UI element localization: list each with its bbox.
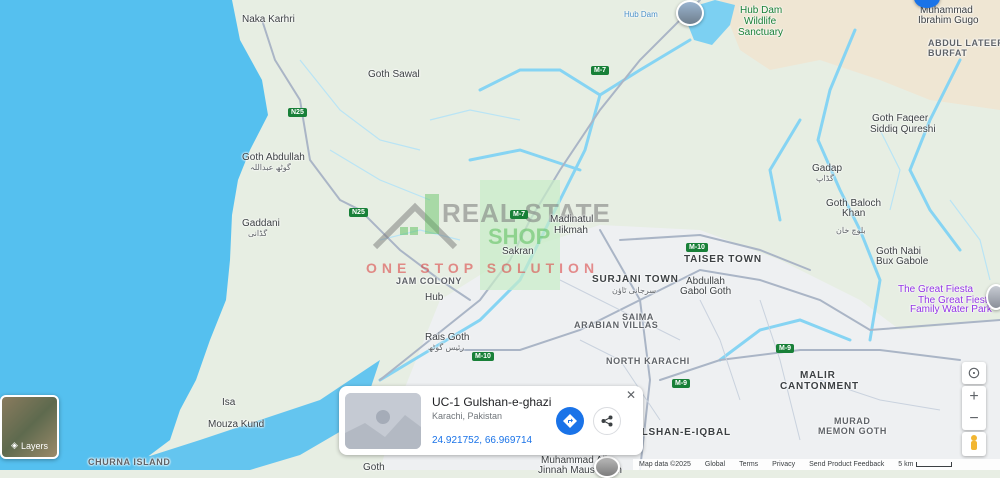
place-label[interactable]: گوٹھ عبداللہ bbox=[250, 163, 291, 172]
place-label[interactable]: NORTH KARACHI bbox=[606, 356, 690, 366]
place-label[interactable]: Gaddani bbox=[242, 218, 280, 229]
my-location-icon: ⊙ bbox=[967, 365, 981, 382]
place-label[interactable]: MALIR bbox=[800, 370, 836, 381]
terms-link[interactable]: Terms bbox=[739, 461, 758, 468]
my-location-button[interactable]: ⊙ bbox=[962, 362, 986, 384]
layers-button[interactable]: ◈ Layers bbox=[0, 395, 59, 459]
place-label[interactable]: Hub Dam bbox=[624, 10, 658, 19]
hub-dam-photo-pin[interactable] bbox=[676, 0, 704, 26]
place-label[interactable]: Mouza Kund bbox=[208, 419, 264, 430]
place-label[interactable]: ARABIAN VILLAS bbox=[574, 320, 658, 330]
place-thumbnail[interactable] bbox=[345, 393, 421, 449]
share-button[interactable] bbox=[593, 407, 621, 435]
zoom-controls: + − bbox=[962, 386, 986, 430]
place-label[interactable]: Family Water Park bbox=[910, 304, 992, 315]
place-info-card[interactable]: UC-1 Gulshan-e-ghazi Karachi, Pakistan 2… bbox=[339, 386, 643, 455]
place-label[interactable]: Gabol Goth bbox=[680, 286, 731, 297]
place-subtitle: Karachi, Pakistan bbox=[432, 411, 503, 421]
place-label[interactable]: Sanctuary bbox=[738, 27, 783, 38]
street-view-pegman-button[interactable] bbox=[962, 432, 986, 456]
place-label[interactable]: Rais Goth bbox=[425, 332, 469, 343]
feedback-link[interactable]: Send Product Feedback bbox=[809, 461, 884, 468]
place-label[interactable]: Sakran bbox=[502, 246, 534, 257]
pegman-icon bbox=[971, 435, 977, 450]
place-label[interactable]: Wildlife bbox=[744, 16, 776, 27]
place-photo-pin[interactable] bbox=[986, 284, 1000, 310]
place-label[interactable]: سرجانی ٹاؤن bbox=[612, 286, 656, 295]
close-icon: ✕ bbox=[626, 388, 637, 402]
highway-shield: M-9 bbox=[672, 379, 691, 388]
place-label[interactable]: Hikmah bbox=[554, 225, 588, 236]
layers-icon: ◈ bbox=[11, 440, 18, 450]
place-label[interactable]: The Great Fiesta bbox=[898, 284, 973, 295]
place-label[interactable]: BURFAT bbox=[928, 48, 967, 58]
highway-shield: M-7 bbox=[591, 66, 610, 75]
place-label[interactable]: Goth Abdullah bbox=[242, 152, 305, 163]
place-label[interactable]: MURAD bbox=[834, 416, 871, 426]
place-label[interactable]: TAISER TOWN bbox=[684, 254, 762, 265]
place-label[interactable]: MEMON GOTH bbox=[818, 426, 887, 436]
place-label[interactable]: Goth Sawal bbox=[368, 69, 420, 80]
highway-shield: N25 bbox=[349, 208, 368, 217]
place-label[interactable]: گڈانی bbox=[248, 229, 267, 238]
place-label[interactable]: Gadap bbox=[812, 163, 842, 174]
place-label[interactable]: Goth bbox=[363, 462, 385, 473]
zoom-out-button[interactable]: − bbox=[962, 408, 986, 430]
place-label[interactable]: Siddiq Qureshi bbox=[870, 124, 936, 135]
place-title: UC-1 Gulshan-e-ghazi bbox=[432, 395, 552, 409]
place-label[interactable]: Ibrahim Gugo bbox=[918, 15, 979, 26]
place-label[interactable]: Isa bbox=[222, 397, 235, 408]
layers-label: Layers bbox=[20, 440, 48, 451]
close-card-button[interactable]: ✕ bbox=[626, 388, 636, 402]
share-icon bbox=[601, 415, 613, 427]
directions-icon bbox=[563, 414, 577, 428]
place-label[interactable]: ABDUL LATEEF bbox=[928, 38, 1000, 48]
privacy-link[interactable]: Privacy bbox=[772, 461, 795, 468]
place-label[interactable]: Naka Karhri bbox=[242, 14, 295, 25]
place-label[interactable]: Goth Faqeer bbox=[872, 113, 928, 124]
map-footer: Map data ©2025 Global Terms Privacy Send… bbox=[633, 459, 1000, 470]
place-label[interactable]: Bux Gabole bbox=[876, 256, 928, 267]
mausoleum-photo-pin[interactable] bbox=[594, 456, 620, 478]
place-label[interactable]: SURJANI TOWN bbox=[592, 274, 679, 285]
highway-shield: M-10 bbox=[686, 243, 708, 252]
map-data-attribution: Map data ©2025 bbox=[639, 461, 691, 468]
directions-button[interactable] bbox=[556, 407, 584, 435]
place-label[interactable]: CANTONMENT bbox=[780, 381, 859, 392]
place-label[interactable]: Hub bbox=[425, 292, 443, 303]
place-label[interactable]: Hub Dam bbox=[740, 5, 782, 16]
zoom-in-button[interactable]: + bbox=[962, 386, 986, 408]
place-label[interactable]: بلوچ خان bbox=[836, 226, 866, 235]
global-link[interactable]: Global bbox=[705, 461, 725, 468]
highway-shield: N25 bbox=[288, 108, 307, 117]
place-coordinates[interactable]: 24.921752, 66.969714 bbox=[432, 435, 532, 446]
highway-shield: M-10 bbox=[472, 352, 494, 361]
place-label[interactable]: JAM COLONY bbox=[396, 276, 462, 286]
scale-bar[interactable]: 5 km bbox=[898, 461, 953, 468]
place-label[interactable]: Madinatul bbox=[550, 214, 593, 225]
place-label[interactable]: Khan bbox=[842, 208, 865, 219]
place-label[interactable]: CHURNA ISLAND bbox=[88, 457, 170, 467]
highway-shield: M-7 bbox=[510, 210, 529, 219]
highway-shield: M-9 bbox=[776, 344, 795, 353]
place-label[interactable]: رئیس گوٹھ bbox=[428, 343, 464, 352]
place-label[interactable]: گڈاپ bbox=[816, 174, 834, 183]
